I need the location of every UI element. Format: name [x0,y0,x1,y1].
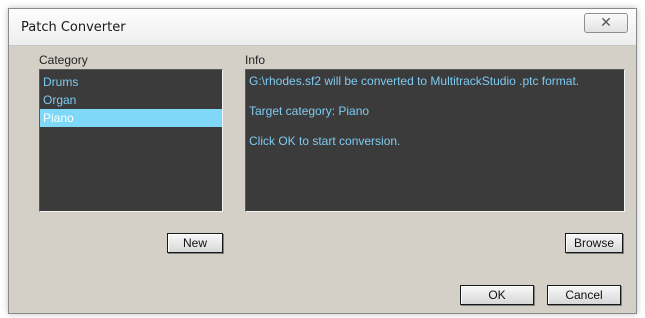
info-instruction-line: Click OK to start conversion. [249,134,401,148]
category-item-drums[interactable]: Drums [40,73,222,91]
new-button[interactable]: New [167,233,223,253]
patch-converter-dialog: Patch Converter ✕ Category Info Drums Or… [8,8,637,314]
browse-button[interactable]: Browse [565,233,623,253]
category-label: Category [39,53,88,67]
cancel-button[interactable]: Cancel [547,285,621,305]
category-list[interactable]: Drums Organ Piano [39,69,223,212]
info-conversion-line: G:\rhodes.sf2 will be converted to Multi… [249,74,580,88]
close-button[interactable]: ✕ [584,13,628,33]
ok-button[interactable]: OK [460,285,534,305]
info-label: Info [245,53,266,67]
info-box: G:\rhodes.sf2 will be converted to Multi… [245,69,625,212]
info-target-category-line: Target category: Piano [249,104,370,118]
category-item-piano[interactable]: Piano [40,109,222,127]
category-item-organ[interactable]: Organ [40,91,222,109]
close-icon: ✕ [600,15,612,31]
dialog-body: Category Info Drums Organ Piano G:\rhode… [9,46,636,313]
title-bar: Patch Converter ✕ [9,9,636,46]
dialog-title: Patch Converter [21,20,126,35]
